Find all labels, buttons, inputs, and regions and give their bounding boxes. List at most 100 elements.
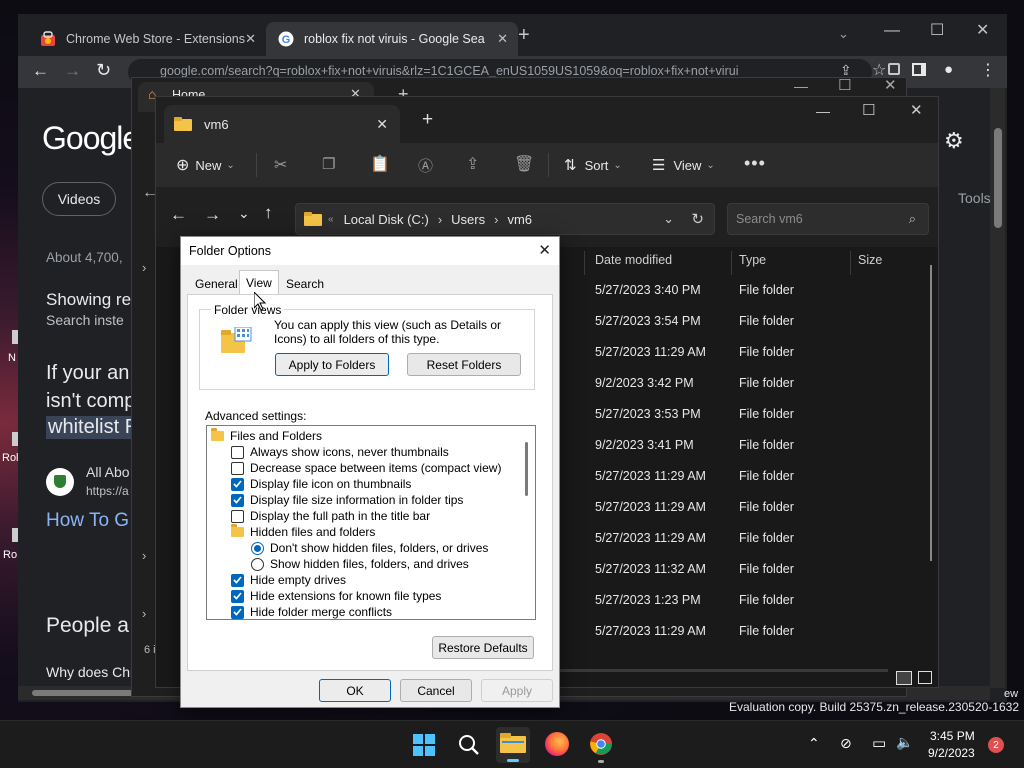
checkbox-unchecked[interactable] (231, 461, 244, 475)
side-panel-icon[interactable] (912, 63, 926, 76)
close-icon[interactable]: ✕ (245, 31, 256, 47)
checkbox-checked[interactable] (231, 477, 244, 491)
radio-selected[interactable] (251, 541, 264, 555)
checkbox-checked[interactable] (231, 573, 244, 587)
setting-item[interactable]: Decrease space between items (compact vi… (231, 460, 501, 476)
checkbox-checked[interactable] (231, 605, 244, 619)
maximize-icon[interactable]: ☐ (838, 76, 851, 94)
new-tab-icon[interactable]: + (518, 24, 530, 47)
delete-icon[interactable]: 🗑 (514, 154, 534, 174)
maximize-icon[interactable]: ☐ (862, 101, 875, 119)
setting-item[interactable]: Hide empty drives (231, 572, 346, 588)
breadcrumb-vm6[interactable]: vm6 (507, 212, 532, 227)
ok-button[interactable]: OK (319, 679, 391, 702)
notification-badge[interactable]: 2 (988, 737, 1004, 753)
clock-time[interactable]: 3:45 PM (930, 729, 975, 743)
cut-icon[interactable]: ✂ (274, 155, 287, 175)
file-explorer-taskbar-icon[interactable] (496, 727, 530, 763)
question-item[interactable]: Why does Chro (46, 664, 142, 680)
close-window-icon[interactable]: ✕ (910, 101, 923, 119)
cancel-button[interactable]: Cancel (400, 679, 472, 702)
tree-scrollbar-thumb[interactable] (525, 442, 528, 496)
expand-chevron-icon[interactable]: › (142, 260, 146, 275)
minimize-icon[interactable]: — (794, 78, 808, 94)
extensions-icon[interactable] (888, 63, 900, 75)
paste-icon[interactable]: 📋 (370, 154, 390, 174)
checkbox-unchecked[interactable] (231, 509, 244, 523)
search-input[interactable]: Search vm6 (736, 212, 803, 226)
reload-icon[interactable]: ↻ (96, 60, 111, 81)
copy-icon[interactable]: ❐ (322, 155, 335, 173)
tools-button[interactable]: Tools (958, 190, 991, 206)
display-icon[interactable]: ▭ (872, 734, 886, 752)
search-icon[interactable] (457, 733, 481, 757)
menu-dots-icon[interactable]: ⋮ (980, 60, 996, 80)
volume-icon[interactable]: 🔈 (896, 734, 913, 751)
forward-icon[interactable]: → (204, 205, 221, 225)
start-windows-icon[interactable] (413, 734, 435, 756)
back-icon[interactable]: ← (32, 61, 49, 81)
share-icon[interactable]: ⇪ (466, 154, 479, 174)
scrollbar-thumb[interactable] (994, 128, 1002, 228)
maximize-icon[interactable]: ☐ (930, 20, 944, 40)
column-header-size[interactable]: Size (858, 247, 882, 273)
search-instead-line[interactable]: Search inste (46, 312, 124, 328)
minimize-icon[interactable]: — (816, 103, 830, 119)
recent-chevron-icon[interactable]: ⌄ (238, 205, 250, 222)
details-view-icon[interactable] (896, 671, 912, 685)
restore-defaults-button[interactable]: Restore Defaults (432, 636, 534, 659)
close-icon[interactable]: ✕ (497, 31, 508, 47)
checkbox-unchecked[interactable] (231, 445, 244, 459)
google-logo[interactable]: Google (42, 120, 140, 157)
address-bar[interactable]: « Local Disk (C:) › Users › vm6 ⌄ ↻ (295, 203, 715, 235)
apply-to-folders-button[interactable]: Apply to Folders (275, 353, 389, 376)
tab-general[interactable]: General (189, 273, 244, 295)
chevron-up-icon[interactable]: ⌃ (808, 735, 820, 752)
result-title-link[interactable]: How To G (46, 510, 129, 532)
tab-chrome-web-store[interactable]: Chrome Web Store - Extensions ✕ (28, 22, 266, 56)
rename-icon[interactable]: Ⓐ (418, 155, 433, 176)
back-icon[interactable]: ← (170, 205, 187, 225)
clock-date[interactable]: 9/2/2023 (928, 746, 975, 760)
checkbox-checked[interactable] (231, 493, 244, 507)
breadcrumb-local-disk[interactable]: Local Disk (C:) (344, 212, 429, 227)
setting-item[interactable]: Don't show hidden files, folders, or dri… (251, 540, 488, 556)
expand-chevron-icon[interactable]: › (142, 548, 146, 563)
sort-button[interactable]: ⇅ Sort ⌄ (564, 143, 622, 187)
new-tab-icon[interactable]: + (422, 109, 433, 131)
column-header-date[interactable]: Date modified (595, 247, 672, 273)
close-window-icon[interactable]: ✕ (884, 76, 897, 94)
chrome-taskbar-icon[interactable] (589, 732, 613, 763)
tab-search-chevron-icon[interactable]: ⌄ (838, 26, 849, 42)
setting-item[interactable]: Display file icon on thumbnails (231, 476, 411, 492)
refresh-icon[interactable]: ↻ (691, 210, 704, 228)
breadcrumb-users[interactable]: Users (451, 212, 485, 227)
reset-folders-button[interactable]: Reset Folders (407, 353, 521, 376)
overflow-chevron-icon[interactable]: « (328, 214, 334, 225)
new-button[interactable]: ⊕ New ⌄ (176, 143, 235, 187)
close-window-icon[interactable]: ✕ (976, 20, 989, 40)
radio-unselected[interactable] (251, 557, 264, 571)
explorer-tab-vm6[interactable]: vm6 ✕ (164, 105, 400, 143)
horizontal-scrollbar[interactable] (560, 669, 888, 672)
firefox-icon[interactable] (545, 732, 569, 756)
more-options-icon[interactable]: ••• (744, 153, 766, 174)
checkbox-checked[interactable] (231, 589, 244, 603)
network-offline-icon[interactable]: ⊘ (840, 735, 852, 752)
setting-item[interactable]: Hide folder merge conflicts (231, 604, 392, 619)
view-button[interactable]: ☰ View ⌄ (652, 143, 715, 187)
setting-item[interactable]: Hide extensions for known file types (231, 588, 441, 604)
close-icon[interactable]: ✕ (538, 241, 551, 259)
settings-gear-icon[interactable]: ⚙ (944, 128, 964, 154)
setting-item[interactable]: Display the full path in the title bar (231, 508, 430, 524)
apply-button[interactable]: Apply (481, 679, 553, 702)
search-box[interactable]: Search vm6 ⌕ (727, 203, 929, 235)
column-header-type[interactable]: Type (739, 247, 766, 273)
address-dropdown-icon[interactable]: ⌄ (663, 211, 674, 227)
expand-chevron-icon[interactable]: › (142, 606, 146, 621)
setting-item[interactable]: Show hidden files, folders, and drives (251, 556, 469, 572)
up-icon[interactable]: ↑ (264, 203, 273, 223)
minimize-icon[interactable]: — (884, 22, 900, 40)
tab-search[interactable]: Search (280, 273, 330, 295)
setting-item[interactable]: Display file size information in folder … (231, 492, 463, 508)
